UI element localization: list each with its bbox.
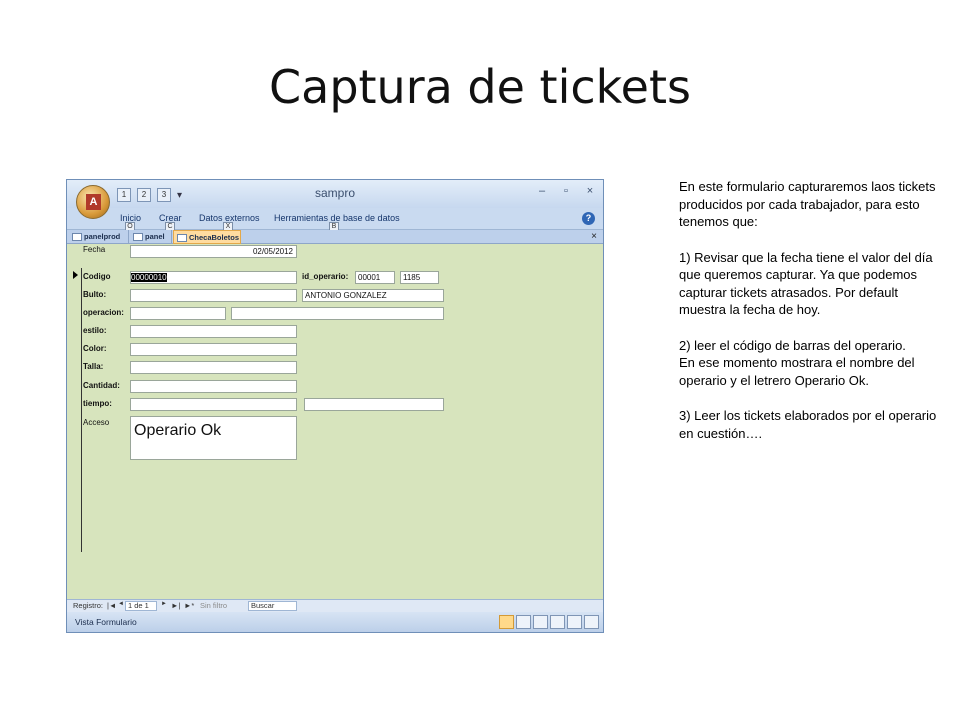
id-operario-label: id_operario: (302, 272, 349, 281)
record-navigation-bar: Registro: |◄ ◄ 1 de 1 ► ►| ►* Sin filtro… (67, 599, 603, 612)
ribbon-tabs: Inicio O Crear C Datos externos X Herram… (67, 208, 603, 231)
layout-view-icon[interactable] (567, 615, 582, 629)
form-icon (72, 233, 82, 241)
tiempo-extra-field (304, 398, 444, 411)
tiempo-field[interactable] (130, 398, 297, 411)
doc-tab-label: panelprod (84, 232, 121, 241)
instructions-intro: En este formulario capturaremos laos tic… (679, 179, 936, 229)
operacion-field[interactable] (130, 307, 226, 320)
id-operario-field[interactable]: 00001 (355, 271, 395, 284)
record-selector[interactable] (67, 268, 82, 552)
current-record-icon (73, 271, 78, 279)
status-bar: Vista Formulario (67, 612, 603, 632)
filter-status[interactable]: Sin filtro (200, 601, 227, 610)
instructions-step-2-detail: En ese momento mostrara el nombre del op… (679, 355, 915, 388)
prev-record-button[interactable]: ◄ (118, 601, 124, 607)
search-input[interactable]: Buscar (248, 601, 297, 611)
operacion-desc-field (231, 307, 444, 320)
doc-tab-label: ChecaBoletos (189, 233, 240, 242)
datasheet-view-icon[interactable] (516, 615, 531, 629)
operario-name-field: ANTONIO GONZALEZ (302, 289, 444, 302)
doc-tab-checaboletos[interactable]: ChecaBoletos (173, 230, 241, 244)
talla-label: Talla: (83, 362, 104, 371)
instructions-text: En este formulario capturaremos laos tic… (679, 178, 939, 460)
color-field[interactable] (130, 343, 297, 356)
status-text: Vista Formulario (75, 617, 137, 627)
document-tabs: panelprod panel ChecaBoletos × (67, 230, 603, 244)
pivot-table-view-icon[interactable] (533, 615, 548, 629)
pivot-chart-view-icon[interactable] (550, 615, 565, 629)
bulto-label: Bulto: (83, 290, 107, 299)
close-document-icon[interactable]: × (591, 230, 597, 243)
doc-tab-panel[interactable]: panel (130, 230, 172, 244)
tiempo-label: tiempo: (83, 399, 112, 408)
operacion-label: operacion: (83, 308, 124, 317)
instructions-step-1: 1) Revisar que la fecha tiene el valor d… (679, 249, 933, 318)
doc-tab-panelprod[interactable]: panelprod (69, 230, 129, 244)
talla-field[interactable] (130, 361, 297, 374)
design-view-icon[interactable] (584, 615, 599, 629)
registro-label: Registro: (73, 601, 104, 610)
slide-title: Captura de tickets (269, 60, 691, 114)
instructions-step-3: 3) Leer los tickets elaborados por el op… (679, 408, 937, 441)
doc-tab-label: panel (145, 232, 165, 241)
estilo-field[interactable] (130, 325, 297, 338)
form-checaboletos: Fecha 02/05/2012 Codigo 00000010 id_oper… (67, 244, 603, 599)
current-record-field[interactable]: 1 de 1 (125, 601, 157, 611)
codigo-label: Codigo (83, 272, 111, 281)
minimize-button[interactable]: – (535, 185, 549, 197)
title-bar: 1 2 3 ▾ sampro – ▫ × (67, 180, 603, 208)
first-record-button[interactable]: |◄ (107, 601, 116, 610)
window-controls: – ▫ × (535, 185, 597, 197)
last-record-button[interactable]: ►| (171, 601, 180, 610)
help-icon[interactable]: ? (582, 212, 595, 225)
codigo-value: 00000010 (131, 273, 167, 282)
estilo-label: estilo: (83, 326, 107, 335)
next-record-button[interactable]: ► (161, 601, 167, 607)
color-label: Color: (83, 344, 107, 353)
id-operario-extra-field[interactable]: 1185 (400, 271, 439, 284)
fecha-label: Fecha (83, 245, 106, 254)
access-logo-icon: A (86, 194, 101, 210)
office-button[interactable]: A (76, 185, 110, 219)
view-switcher (499, 615, 599, 629)
fecha-field[interactable]: 02/05/2012 (130, 245, 297, 258)
codigo-field[interactable]: 00000010 (130, 271, 297, 284)
access-window: 1 2 3 ▾ sampro – ▫ × A Inicio O Crear C … (66, 179, 604, 633)
form-icon (177, 234, 187, 242)
acceso-label: Acceso (83, 418, 110, 427)
form-view-icon[interactable] (499, 615, 514, 629)
close-button[interactable]: × (583, 185, 597, 197)
cantidad-field[interactable] (130, 380, 297, 393)
acceso-message: Operario Ok (130, 416, 297, 460)
cantidad-label: Cantidad: (83, 381, 120, 390)
bulto-field[interactable] (130, 289, 297, 302)
new-record-button[interactable]: ►* (184, 601, 194, 610)
app-title: sampro (314, 186, 355, 200)
instructions-step-2: 2) leer el código de barras del operario… (679, 337, 906, 353)
maximize-button[interactable]: ▫ (559, 185, 573, 197)
form-icon (133, 233, 143, 241)
